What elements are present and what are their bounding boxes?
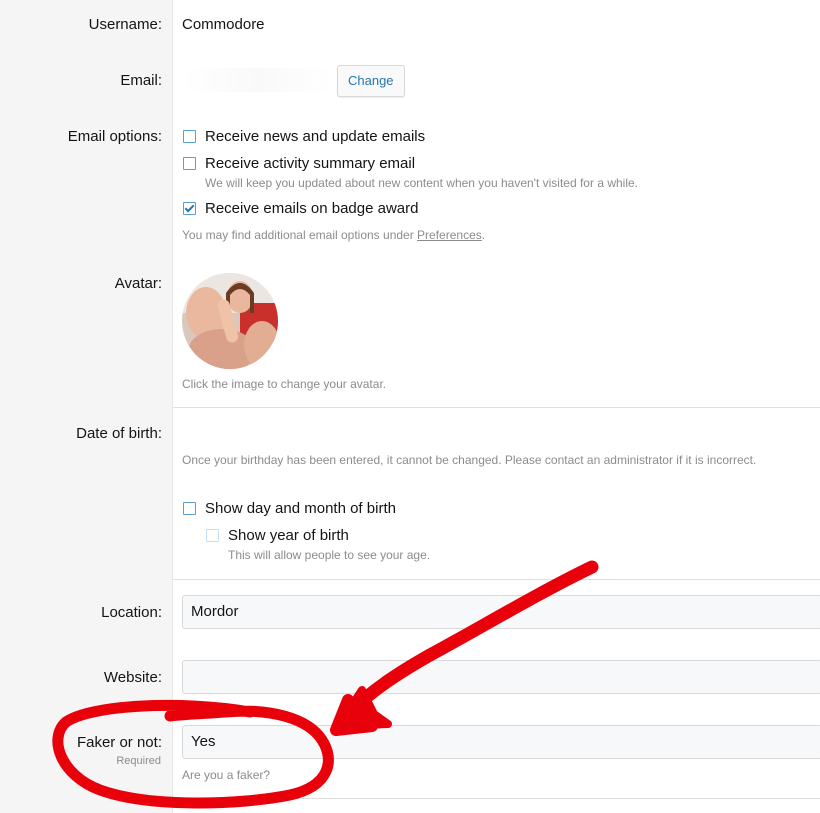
website-input[interactable] bbox=[182, 660, 820, 694]
avatar-label: Avatar: bbox=[114, 275, 162, 292]
label-column bbox=[0, 0, 173, 813]
preferences-link[interactable]: Preferences bbox=[417, 228, 482, 242]
email-label: Email: bbox=[120, 72, 162, 89]
show-year-checkbox[interactable] bbox=[206, 529, 219, 542]
show-year-hint: This will allow people to see your age. bbox=[228, 548, 431, 562]
dob-hint: Once your birthday has been entered, it … bbox=[182, 453, 757, 467]
location-input[interactable]: Mordor bbox=[182, 595, 820, 629]
show-day-month-checkbox[interactable] bbox=[183, 502, 196, 515]
dob-label: Date of birth: bbox=[76, 425, 162, 442]
badge-award-label[interactable]: Receive emails on badge award bbox=[205, 200, 418, 217]
email-options-label: Email options: bbox=[67, 128, 162, 145]
section-divider bbox=[172, 407, 820, 408]
activity-summary-label[interactable]: Receive activity summary email bbox=[205, 155, 415, 172]
show-day-month-label[interactable]: Show day and month of birth bbox=[205, 500, 396, 517]
faker-hint: Are you a faker? bbox=[182, 768, 271, 782]
username-label: Username: bbox=[88, 16, 162, 33]
email-options-footer: You may find additional email options un… bbox=[182, 228, 486, 242]
username-value: Commodore bbox=[182, 16, 265, 33]
activity-summary-hint: We will keep you updated about new conte… bbox=[205, 176, 639, 190]
faker-label: Faker or not: bbox=[76, 734, 162, 751]
avatar-hint: Click the image to change your avatar. bbox=[182, 377, 387, 391]
news-emails-label[interactable]: Receive news and update emails bbox=[205, 128, 425, 145]
news-emails-checkbox[interactable] bbox=[183, 130, 196, 143]
badge-award-checkbox[interactable] bbox=[183, 202, 196, 215]
activity-summary-checkbox[interactable] bbox=[183, 157, 196, 170]
email-value-redacted bbox=[182, 68, 332, 92]
section-divider-3 bbox=[172, 798, 820, 799]
avatar-image[interactable] bbox=[182, 273, 278, 369]
email-change-button[interactable]: Change bbox=[337, 65, 405, 97]
faker-input[interactable]: Yes bbox=[182, 725, 820, 759]
section-divider-2 bbox=[172, 579, 820, 580]
website-label: Website: bbox=[103, 669, 162, 686]
faker-required-note: Required bbox=[116, 755, 161, 767]
red-arrowhead bbox=[334, 686, 392, 730]
location-label: Location: bbox=[101, 604, 162, 621]
show-year-label[interactable]: Show year of birth bbox=[228, 527, 349, 544]
